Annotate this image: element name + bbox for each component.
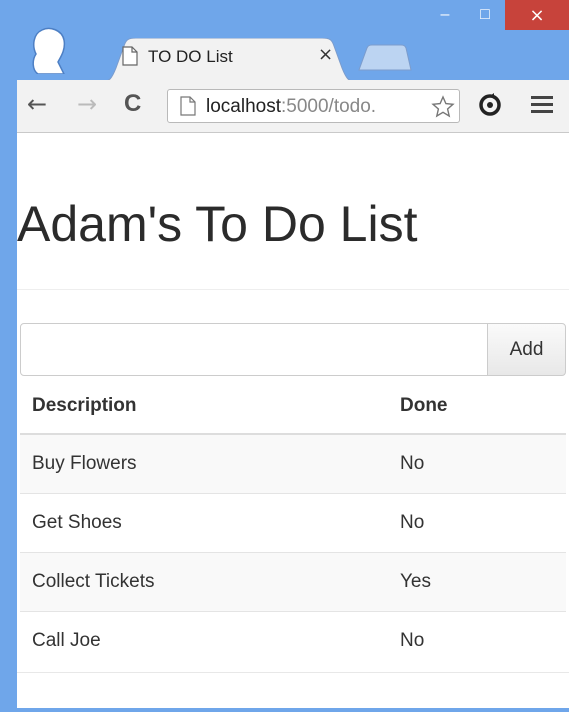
window-controls: – □ ×	[425, 0, 569, 36]
column-header-done: Done	[388, 379, 566, 435]
browser-toolbar: ← → C localhost:5000/todo.	[17, 80, 569, 133]
todo-table: Description Done Buy Flowers No Get Shoe…	[20, 379, 566, 670]
row-description: Collect Tickets	[20, 552, 388, 612]
table-header-row: Description Done	[20, 379, 566, 435]
table-bottom-border	[17, 672, 569, 673]
row-description: Call Joe	[20, 611, 388, 670]
url-text: localhost:5000/todo.	[206, 96, 376, 118]
row-done: Yes	[388, 552, 566, 612]
row-description: Get Shoes	[20, 493, 388, 553]
maximize-button[interactable]: □	[465, 0, 505, 30]
row-done: No	[388, 433, 566, 494]
minimize-button[interactable]: –	[425, 0, 465, 30]
table-row: Buy Flowers No	[20, 433, 566, 494]
profile-avatar-icon[interactable]	[30, 26, 68, 74]
new-tab-button[interactable]	[355, 44, 413, 72]
title-bar: TO DO List × – □ ×	[0, 0, 569, 82]
row-done: No	[388, 611, 566, 670]
page-content: Adam's To Do List Add Description Done B…	[17, 133, 569, 708]
add-button[interactable]: Add	[487, 323, 566, 376]
row-done: No	[388, 493, 566, 553]
page-icon	[180, 96, 196, 116]
close-window-button[interactable]: ×	[505, 0, 569, 30]
row-description: Buy Flowers	[20, 433, 388, 494]
url-host: localhost	[206, 96, 281, 117]
bookmark-star-icon[interactable]	[431, 95, 455, 119]
browser-window: TO DO List × – □ × ← → C localhost:5000/…	[0, 0, 569, 712]
reload-icon[interactable]: C	[124, 92, 141, 116]
table-row: Get Shoes No	[20, 493, 566, 553]
add-task-form: Add	[20, 323, 566, 376]
document-icon	[122, 46, 138, 66]
column-header-description: Description	[20, 379, 388, 435]
table-row: Call Joe No	[20, 611, 566, 670]
task-description-input[interactable]	[20, 323, 488, 376]
back-arrow-icon[interactable]: ←	[27, 92, 47, 116]
extension-icon[interactable]	[477, 92, 503, 118]
page-title: Adam's To Do List	[17, 196, 418, 252]
menu-icon[interactable]	[531, 96, 553, 114]
url-path: :5000/todo.	[281, 96, 377, 117]
tab-close-icon[interactable]: ×	[318, 44, 333, 65]
forward-arrow-icon[interactable]: →	[77, 92, 97, 116]
divider	[17, 289, 569, 290]
table-row: Collect Tickets Yes	[20, 552, 566, 612]
tab-title: TO DO List	[148, 47, 233, 66]
address-bar[interactable]: localhost:5000/todo.	[167, 89, 460, 123]
